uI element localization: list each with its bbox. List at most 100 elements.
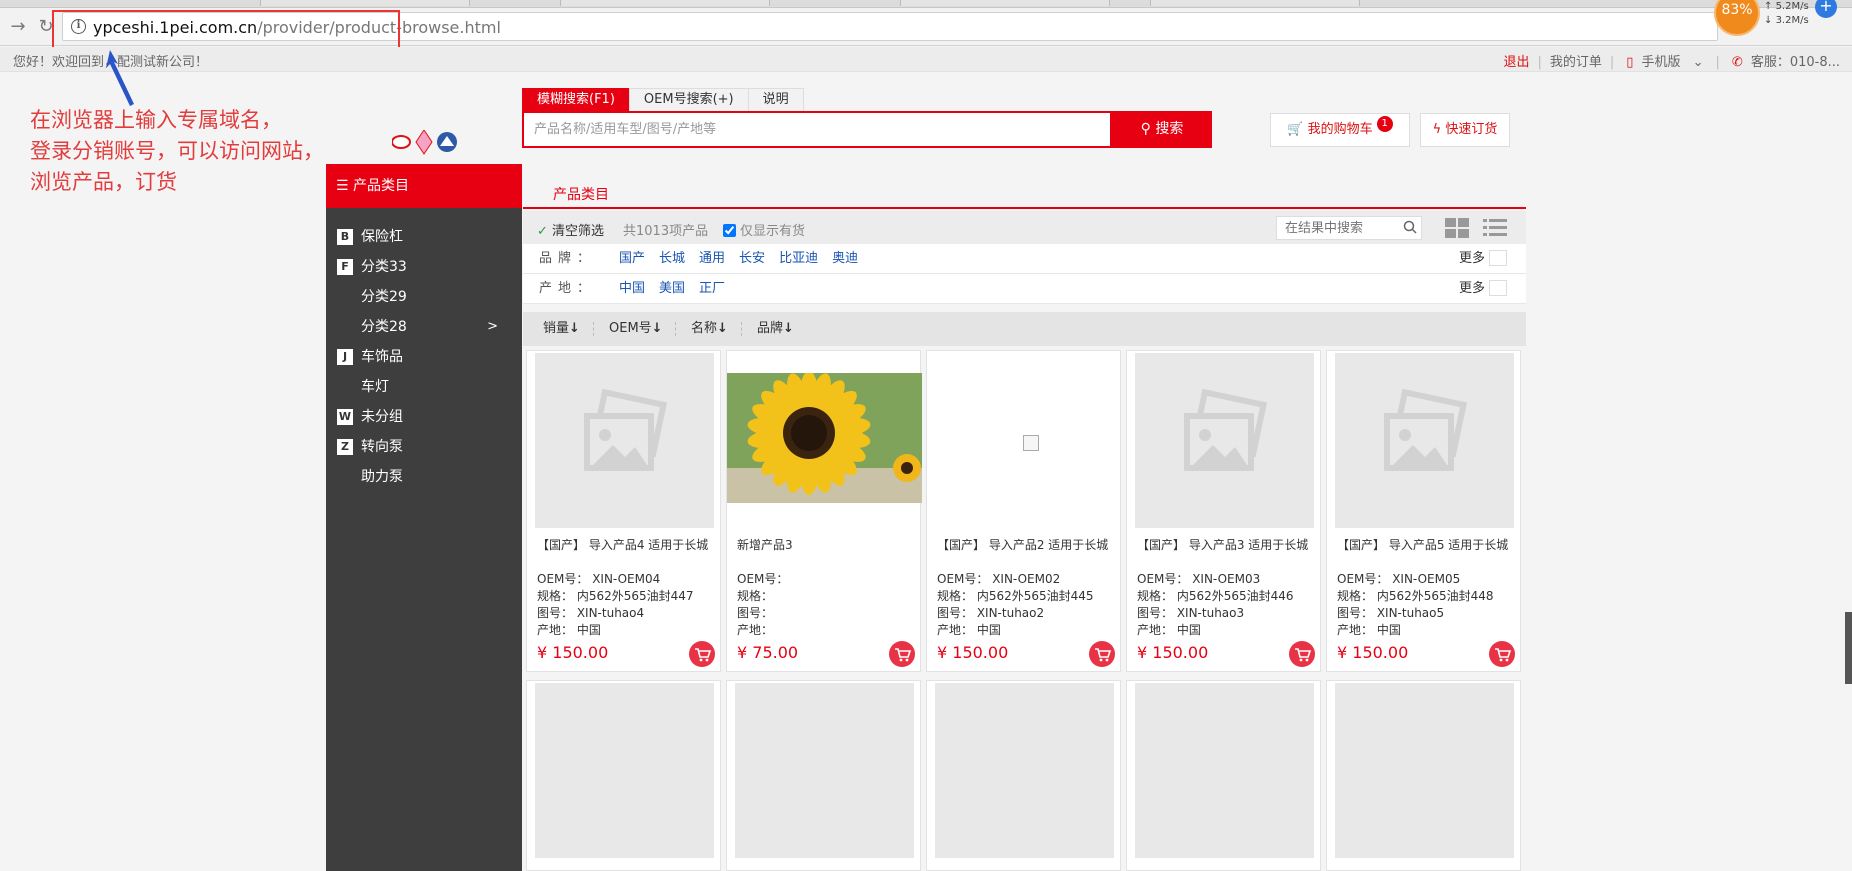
tab-fuzzy-search[interactable]: 模糊搜索(F1) bbox=[522, 88, 630, 112]
brand-option[interactable]: 奥迪 bbox=[832, 251, 858, 266]
side-tool-tab[interactable] bbox=[1845, 612, 1852, 684]
product-spec: 规格： 内562外565油封447 bbox=[537, 589, 694, 603]
origin-more-button[interactable]: 更多 bbox=[1459, 274, 1508, 304]
sidebar-item[interactable]: Z 转向泵 bbox=[326, 432, 522, 462]
origin-option[interactable]: 正厂 bbox=[699, 281, 725, 296]
product-oem: OEM号： XIN-OEM04 bbox=[537, 572, 661, 586]
add-to-cart-icon[interactable] bbox=[689, 641, 715, 667]
browser-tab[interactable] bbox=[260, 0, 470, 6]
mobile-link[interactable]: ▯ 手机版 ⌄ bbox=[1622, 55, 1707, 70]
product-image[interactable] bbox=[727, 371, 922, 503]
sort-sales[interactable]: 销量↓ bbox=[543, 312, 580, 346]
product-image-placeholder bbox=[1135, 683, 1314, 858]
chevron-down-icon bbox=[1489, 249, 1508, 266]
brand-option[interactable]: 国产 bbox=[619, 251, 645, 266]
product-card[interactable] bbox=[1326, 680, 1521, 871]
sidebar-item[interactable]: 分类28 > bbox=[326, 312, 522, 342]
product-card[interactable] bbox=[1126, 680, 1321, 871]
product-drawing-no: 图号： XIN-tuhao3 bbox=[1137, 606, 1245, 620]
filter-bar: ✓ 清空筛选 共1013项产品 仅显示有货 bbox=[523, 211, 1526, 244]
browser-tab[interactable] bbox=[560, 0, 770, 6]
add-to-cart-icon[interactable] bbox=[889, 641, 915, 667]
product-image-placeholder[interactable] bbox=[1135, 353, 1314, 528]
product-oem: OEM号： XIN-OEM05 bbox=[1337, 572, 1461, 586]
brand-option[interactable]: 长城 bbox=[659, 251, 685, 266]
browser-tab[interactable] bbox=[900, 0, 1110, 6]
product-oem: OEM号： bbox=[737, 572, 789, 586]
tab-product-category[interactable]: 产品类目 bbox=[553, 184, 609, 204]
product-image-placeholder[interactable] bbox=[1335, 353, 1514, 528]
cart-button[interactable]: 🛒 我的购物车 1 bbox=[1270, 113, 1410, 147]
chevron-down-icon bbox=[1489, 279, 1508, 296]
letter-badge: W bbox=[337, 409, 353, 425]
product-image-placeholder[interactable] bbox=[535, 353, 714, 528]
origin-option[interactable]: 中国 bbox=[619, 281, 645, 296]
search-input[interactable] bbox=[524, 113, 992, 146]
sidebar-item[interactable]: B 保险杠 bbox=[326, 222, 522, 252]
brand-option[interactable]: 比亚迪 bbox=[779, 251, 818, 266]
product-card[interactable] bbox=[726, 680, 921, 871]
origin-filter-label: 产地： bbox=[539, 281, 597, 296]
product-origin: 产地： 中国 bbox=[1137, 623, 1201, 637]
in-stock-checkbox[interactable] bbox=[723, 224, 736, 237]
letter-badge: J bbox=[337, 349, 353, 365]
sidebar-item[interactable]: 车灯 bbox=[326, 372, 522, 402]
sort-brand[interactable]: 品牌↓ bbox=[757, 312, 794, 346]
browser-tab[interactable] bbox=[1150, 0, 1360, 6]
add-to-cart-icon[interactable] bbox=[1289, 641, 1315, 667]
clear-filter-button[interactable]: ✓ 清空筛选 bbox=[537, 220, 604, 239]
product-name[interactable]: 【国产】 导入产品4 适用于长城 bbox=[537, 536, 708, 553]
product-card[interactable]: 【国产】 导入产品3 适用于长城 OEM号： XIN-OEM03 规格： 内562外… bbox=[1126, 350, 1321, 672]
origin-option[interactable]: 美国 bbox=[659, 281, 685, 296]
product-image-broken[interactable] bbox=[935, 353, 1114, 528]
sort-oem[interactable]: OEM号↓ bbox=[609, 312, 663, 346]
product-name[interactable]: 【国产】 导入产品3 适用于长城 bbox=[1137, 536, 1308, 553]
product-meta: OEM号： XIN-OEM04 规格： 内562外565油封447 图号： XIN-… bbox=[537, 571, 694, 639]
brand-option[interactable]: 长安 bbox=[739, 251, 765, 266]
product-origin: 产地： 中国 bbox=[537, 623, 601, 637]
my-orders-link[interactable]: 我的订单 bbox=[1550, 55, 1602, 70]
result-search-input[interactable] bbox=[1276, 216, 1422, 240]
product-card[interactable]: 【国产】 导入产品4 适用于长城 OEM号： XIN-OEM04 规格： 内562外… bbox=[526, 350, 721, 672]
product-name[interactable]: 【国产】 导入产品5 适用于长城 bbox=[1337, 536, 1508, 553]
sidebar-item[interactable]: F 分类33 bbox=[326, 252, 522, 282]
product-name[interactable]: 新增产品3 bbox=[737, 536, 793, 553]
product-card[interactable]: 【国产】 导入产品2 适用于长城 OEM号： XIN-OEM02 规格： 内562外… bbox=[926, 350, 1121, 672]
sidebar-item[interactable]: J 车饰品 bbox=[326, 342, 522, 372]
quick-order-button[interactable]: ϟ 快速订货 bbox=[1420, 113, 1510, 147]
product-card[interactable]: 【国产】 导入产品5 适用于长城 OEM号： XIN-OEM05 规格： 内562外… bbox=[1326, 350, 1521, 672]
annotation-arrow-icon bbox=[106, 50, 134, 106]
in-stock-checkbox-label[interactable]: 仅显示有货 bbox=[723, 220, 805, 239]
sidebar-item[interactable]: W 未分组 bbox=[326, 402, 522, 432]
brand-option[interactable]: 通用 bbox=[699, 251, 725, 266]
sort-name[interactable]: 名称↓ bbox=[691, 312, 728, 346]
letter-badge: Z bbox=[337, 439, 353, 455]
grid-view-icon[interactable] bbox=[1445, 218, 1469, 242]
sidebar-item[interactable]: 分类29 bbox=[326, 282, 522, 312]
letter-badge: B bbox=[337, 229, 353, 245]
annotation-line: 登录分销账号，可以访问网站， bbox=[30, 139, 324, 163]
product-count: 共1013项产品 bbox=[623, 224, 709, 239]
search-icon[interactable] bbox=[1403, 220, 1417, 238]
origin-filter-row: 产地： 中国 美国 正厂 更多 bbox=[523, 274, 1526, 304]
list-view-icon[interactable] bbox=[1483, 218, 1507, 242]
product-card[interactable] bbox=[526, 680, 721, 871]
forward-icon[interactable]: → bbox=[6, 15, 30, 39]
category-header[interactable]: ☰ 产品类目 bbox=[326, 164, 522, 208]
product-card[interactable]: 新增产品3 OEM号： 规格： 图号： 产地： ¥ 75.00 bbox=[726, 350, 922, 672]
logout-link[interactable]: 退出 bbox=[1503, 55, 1529, 70]
category-sidebar: B 保险杠 F 分类33 分类29 分类28 > J 车饰品 车灯 W 未分组 Z 转向泵 … bbox=[326, 208, 522, 871]
product-meta: OEM号： 规格： 图号： 产地： bbox=[737, 571, 788, 639]
add-to-cart-icon[interactable] bbox=[1489, 641, 1515, 667]
product-card[interactable] bbox=[926, 680, 1121, 871]
search-button[interactable]: ⚲ 搜索 bbox=[1112, 111, 1212, 148]
add-to-cart-icon[interactable] bbox=[1089, 641, 1115, 667]
tab-oem-search[interactable]: OEM号搜索(+) bbox=[628, 88, 749, 112]
list-icon: ☰ bbox=[336, 178, 349, 194]
sidebar-item[interactable]: 助力泵 bbox=[326, 462, 522, 492]
brand-more-button[interactable]: 更多 bbox=[1459, 244, 1508, 274]
telephone-icon: ✆ bbox=[1731, 55, 1743, 70]
tab-help[interactable]: 说明 bbox=[747, 88, 804, 112]
product-name[interactable]: 【国产】 导入产品2 适用于长城 bbox=[937, 536, 1108, 553]
product-price: ¥ 150.00 bbox=[1137, 643, 1209, 662]
